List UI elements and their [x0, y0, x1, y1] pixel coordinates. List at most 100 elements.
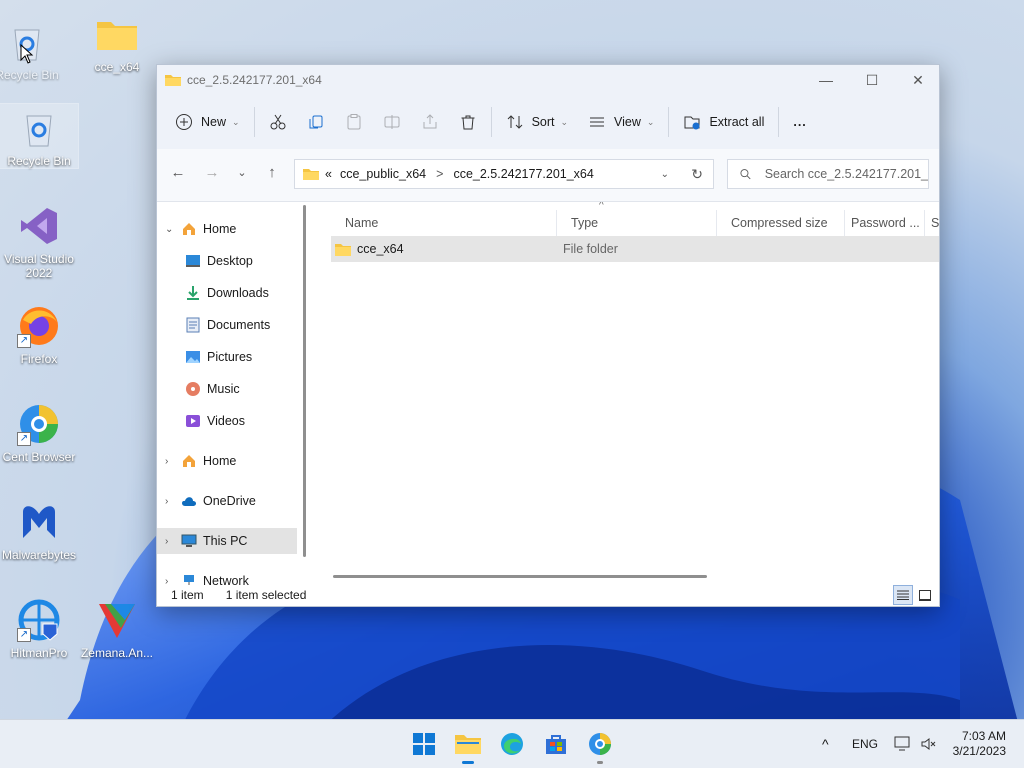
navigation-scrollbar[interactable] [303, 205, 306, 557]
scissors-icon [270, 114, 286, 130]
desktop-icon-label: Cent Browser [2, 450, 76, 464]
nav-item-pictures[interactable]: Pictures 📌 [157, 344, 305, 370]
address-history-chevron-icon[interactable]: ⌄ [661, 169, 669, 180]
start-button[interactable] [408, 728, 440, 760]
close-button[interactable]: ✕ [895, 65, 941, 95]
maximize-icon: ☐ [865, 71, 879, 88]
extract-icon [684, 116, 700, 130]
status-bar: 1 item 1 item selected [157, 584, 939, 606]
forward-button[interactable]: → [199, 159, 225, 185]
desktop-icon-hitmanpro[interactable]: ↗ HitmanPro [0, 596, 78, 660]
show-hidden-icons-button[interactable]: ^ [822, 720, 829, 768]
active-indicator [462, 761, 474, 764]
minimize-button[interactable]: — [803, 65, 849, 95]
nav-item-label: OneDrive [203, 494, 256, 508]
details-view-button[interactable] [893, 585, 913, 605]
nav-item-label: Downloads [207, 286, 269, 300]
new-button[interactable]: New ⌄ [157, 106, 250, 138]
copy-button[interactable] [297, 106, 335, 138]
desktop-icon-zemana[interactable]: Zemana.An... [78, 596, 156, 660]
nav-item-network[interactable]: › Network [157, 568, 297, 585]
delete-button[interactable] [449, 106, 487, 138]
column-header-size[interactable]: Si [925, 210, 939, 236]
nav-item-home-2[interactable]: › Home [157, 448, 297, 474]
maximize-button[interactable]: ☐ [849, 65, 895, 95]
cut-button[interactable] [259, 106, 297, 138]
nav-item-label: Documents [207, 318, 271, 332]
breadcrumb-cce-public-x64[interactable]: cce_public_x64 [340, 167, 426, 181]
refresh-icon[interactable]: ↻ [691, 166, 703, 183]
column-header-compressed-size[interactable]: Compressed size [717, 210, 845, 236]
rename-button[interactable] [373, 106, 411, 138]
column-header-name[interactable]: Name [331, 210, 557, 236]
paste-button[interactable] [335, 106, 373, 138]
column-header-type[interactable]: Type [557, 210, 717, 236]
nav-item-home[interactable]: ⌄ Home [157, 216, 297, 242]
clock[interactable]: 7:03 AM 3/21/2023 [946, 720, 1006, 768]
network-status-icon [894, 736, 910, 751]
large-icons-view-button[interactable] [915, 585, 935, 605]
address-bar[interactable]: « cce_public_x64 > cce_2.5.242177.201_x6… [294, 159, 714, 189]
search-box[interactable]: Search cce_2.5.242177.201_x64 [727, 159, 929, 189]
nav-item-documents[interactable]: Documents 📌 [157, 312, 305, 338]
desktop-icon-malwarebytes[interactable]: Malwarebytes [0, 498, 78, 562]
nav-item-this-pc[interactable]: › This PC [157, 528, 297, 554]
taskbar: ^ ENG 7:03 AM 3/21/2023 [0, 719, 1024, 768]
taskbar-store[interactable] [540, 728, 572, 760]
sort-label: Sort [531, 115, 555, 129]
table-row[interactable]: cce_x64 File folder [331, 236, 939, 262]
taskbar-file-explorer[interactable] [452, 728, 484, 764]
more-options-button[interactable]: ... [783, 106, 816, 138]
nav-item-onedrive[interactable]: › OneDrive [157, 488, 297, 514]
horizontal-scrollbar[interactable] [333, 575, 707, 578]
desktop-icon-label: Recycle Bin [7, 154, 71, 168]
nav-item-videos[interactable]: Videos [157, 408, 305, 434]
desktop-icon-label: cce_x64 [94, 60, 140, 74]
overflow-breadcrumb[interactable]: « [325, 167, 332, 181]
navigation-pane: ⌄ Home Desktop 📌 Downloads 📌 Documents 📌… [157, 202, 305, 585]
rename-icon [384, 115, 400, 129]
nav-item-label: Home [203, 454, 237, 468]
toolbar-separator [253, 107, 255, 137]
trash-icon [461, 115, 475, 130]
desktop-icon-visual-studio[interactable]: Visual Studio 2022 [0, 202, 78, 280]
view-button[interactable]: View ⌄ [578, 106, 664, 138]
chevron-right-icon: › [165, 495, 169, 507]
breadcrumb-current-folder[interactable]: cce_2.5.242177.201_x64 [453, 167, 593, 181]
recent-locations-button[interactable]: ⌄ [229, 159, 255, 185]
toolbar-separator [778, 107, 780, 137]
sort-icon [507, 115, 522, 129]
nav-item-desktop[interactable]: Desktop 📌 [157, 248, 305, 274]
network-status-button[interactable] [894, 720, 912, 768]
desktop-icon-label: Firefox [20, 352, 58, 366]
volume-button[interactable] [920, 720, 936, 768]
videos-icon [185, 413, 201, 429]
nav-item-music[interactable]: Music [157, 376, 305, 402]
cent-browser-icon [589, 733, 611, 755]
store-icon [546, 735, 566, 754]
sort-button[interactable]: Sort ⌄ [496, 106, 578, 138]
nav-item-downloads[interactable]: Downloads 📌 [157, 280, 305, 306]
extract-all-button[interactable]: Extract all [673, 106, 774, 138]
column-header-password[interactable]: Password ... [845, 210, 925, 236]
desktop-icon-firefox[interactable]: ↗ Firefox [0, 302, 78, 366]
language-indicator[interactable]: ENG [852, 720, 878, 768]
desktop-icon-cent-browser[interactable]: ↗ Cent Browser [0, 400, 78, 464]
pictures-icon [185, 349, 201, 365]
folder-icon [93, 10, 141, 58]
close-icon: ✕ [912, 71, 924, 88]
up-button[interactable]: ↑ [259, 159, 285, 185]
home-icon [181, 221, 197, 237]
back-button[interactable]: ← [165, 159, 191, 185]
taskbar-cent-browser[interactable] [584, 728, 616, 764]
music-icon [185, 381, 201, 397]
chevron-down-icon: ⌄ [165, 223, 174, 235]
taskbar-edge[interactable] [496, 728, 528, 760]
desktop-icon [185, 253, 201, 269]
share-button[interactable] [411, 106, 449, 138]
desktop-icon-label: Zemana.An... [80, 646, 154, 660]
view-list-icon [590, 117, 605, 127]
desktop-icon-recycle-bin-2[interactable]: Recycle Bin [0, 103, 79, 169]
running-indicator [597, 761, 603, 764]
desktop-icon-cce-x64[interactable]: cce_x64 [78, 10, 156, 74]
